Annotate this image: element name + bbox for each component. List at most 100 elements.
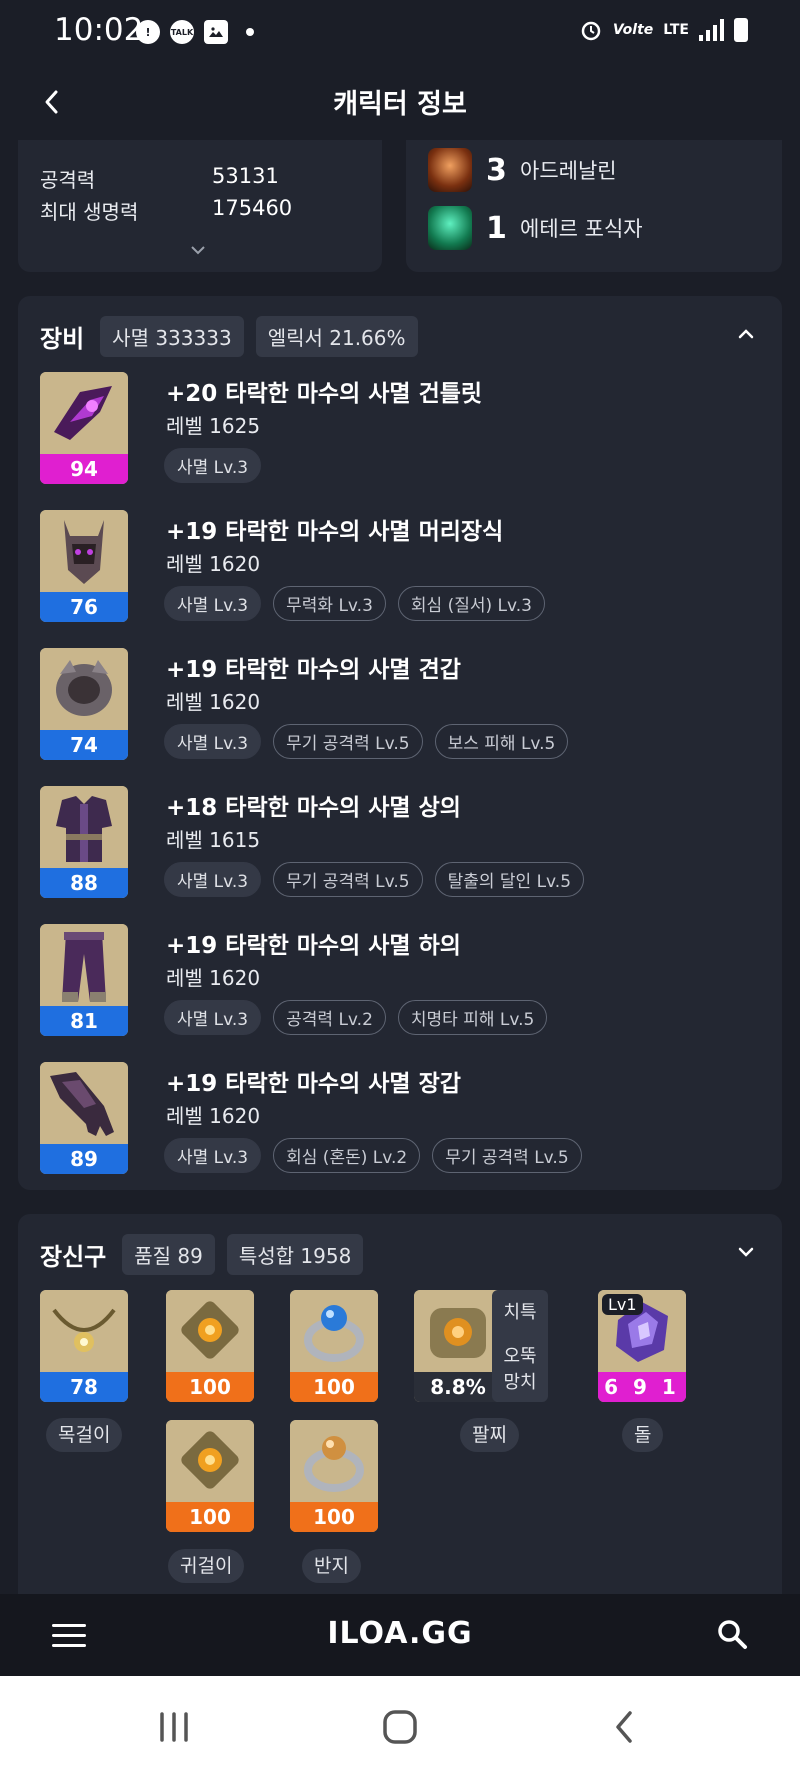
quality-badge: 100 <box>166 1502 254 1532</box>
search-button[interactable] <box>714 1616 750 1652</box>
item-name: +20 타락한 마수의 사멸 건틀릿 <box>166 381 483 407</box>
item-level: 레벨 1620 <box>166 966 261 990</box>
volte-icon: Volte <box>612 22 654 38</box>
equipment-item[interactable]: 81 +19 타락한 마수의 사멸 하의 레벨 1620 사멸 Lv.3 공격력… <box>40 924 760 1040</box>
more-notifications-dot-icon <box>246 28 254 36</box>
equipment-item[interactable]: 94 +20 타락한 마수의 사멸 건틀릿 레벨 1625 사멸 Lv.3 <box>40 372 760 488</box>
quality-badge: 88 <box>40 868 128 898</box>
stats-expand-button[interactable] <box>190 240 206 259</box>
item-level: 레벨 1625 <box>166 414 261 438</box>
item-level: 레벨 1615 <box>166 828 261 852</box>
quality-badge: 89 <box>40 1144 128 1174</box>
earring-item[interactable]: 100 <box>166 1420 254 1532</box>
shoulder-icon: 74 <box>40 648 128 760</box>
equipment-card: 장비 사멸 333333 엘릭서 21.66% 94 +20 타락한 마수의 사… <box>18 296 782 1190</box>
engraving-name: 에테르 포식자 <box>520 217 643 241</box>
quality-badge: 100 <box>166 1372 254 1402</box>
item-tag: 사멸 Lv.3 <box>164 724 262 759</box>
bracelet-value: 8.8% <box>414 1372 502 1402</box>
bracelet-stats: 치특 오뚝 망치 <box>492 1290 548 1402</box>
earring-icon <box>166 1420 254 1502</box>
equipment-item[interactable]: 89 +19 타락한 마수의 사멸 장갑 레벨 1620 사멸 Lv.3 회심 … <box>40 1062 760 1178</box>
accessories-expand-button[interactable] <box>732 1238 760 1266</box>
recent-apps-button[interactable] <box>150 1706 198 1748</box>
equipment-collapse-button[interactable] <box>732 320 760 348</box>
item-tag: 사멸 Lv.3 <box>164 1138 262 1173</box>
necklace-label: 목걸이 <box>46 1418 123 1452</box>
bracelet-item[interactable]: 8.8% <box>414 1290 502 1402</box>
bracelet-effect: 오뚝 <box>503 1346 537 1367</box>
engraving-row[interactable]: 3 아드레날린 <box>428 148 617 192</box>
talk-icon: TALK <box>170 20 194 44</box>
ring-item[interactable]: 100 <box>290 1290 378 1402</box>
item-tag: 회심 (혼돈) Lv.2 <box>273 1138 421 1173</box>
ring-item[interactable]: 100 <box>290 1420 378 1532</box>
bracelet-effect: 망치 <box>503 1372 537 1393</box>
system-nav-bar <box>0 1676 800 1778</box>
stats-card: 공격력 53131 최대 생명력 175460 <box>18 140 382 272</box>
item-tag: 사멸 Lv.3 <box>164 586 262 621</box>
pants-icon: 81 <box>40 924 128 1036</box>
chevron-down-icon <box>191 246 205 255</box>
ether-predator-icon <box>428 206 472 250</box>
item-name: +19 타락한 마수의 사멸 장갑 <box>166 1071 461 1097</box>
ring-label: 반지 <box>302 1549 361 1583</box>
item-tag: 무력화 Lv.3 <box>273 586 386 621</box>
alert-icon: ! <box>136 20 160 44</box>
earring-item[interactable]: 100 <box>166 1290 254 1402</box>
bracelet-icon <box>414 1290 502 1372</box>
bracelet-stat: 치특 <box>503 1302 537 1323</box>
quality-badge: 76 <box>40 592 128 622</box>
back-arrow-icon <box>616 1711 632 1743</box>
gauntlet-icon: 94 <box>40 372 128 484</box>
quality-badge-summary: 품질 89 <box>122 1234 215 1275</box>
necklace-item[interactable]: 78 <box>40 1290 128 1402</box>
stat-label-max-hp: 최대 생명력 <box>40 200 139 224</box>
search-icon <box>718 1620 747 1649</box>
item-level: 레벨 1620 <box>166 552 261 576</box>
stone-level: Lv1 <box>602 1294 643 1315</box>
earring-label: 귀걸이 <box>168 1549 245 1583</box>
item-name: +19 타락한 마수의 사멸 견갑 <box>166 657 461 683</box>
earring-icon <box>166 1290 254 1372</box>
item-tag: 사멸 Lv.3 <box>164 862 262 897</box>
home-button[interactable] <box>376 1706 424 1748</box>
stone-label: 돌 <box>622 1418 664 1452</box>
item-tag: 치명타 피해 Lv.5 <box>397 1000 548 1035</box>
nav-back-button[interactable] <box>600 1706 648 1748</box>
item-tag: 무기 공격력 Lv.5 <box>273 724 423 759</box>
equipment-item[interactable]: 88 +18 타락한 마수의 사멸 상의 레벨 1615 사멸 Lv.3 무기 … <box>40 786 760 902</box>
bracelet-label: 팔찌 <box>460 1418 519 1452</box>
accessories-card: 장신구 품질 89 특성합 1958 <box>18 1214 782 1594</box>
engraving-row[interactable]: 1 에테르 포식자 <box>428 206 643 250</box>
engraving-level: 1 <box>486 210 507 246</box>
item-name: +19 타락한 마수의 사멸 머리장식 <box>166 519 504 545</box>
item-tag: 무기 공격력 Lv.5 <box>273 862 423 897</box>
gallery-icon <box>204 20 228 44</box>
notification-icons: ! TALK <box>136 20 254 44</box>
app-logo[interactable]: ILOA.GG <box>0 1616 800 1651</box>
signal-icon <box>699 19 724 41</box>
equipment-item[interactable]: 76 +19 타락한 마수의 사멸 머리장식 레벨 1620 사멸 Lv.3 무… <box>40 510 760 626</box>
adrenaline-icon <box>428 148 472 192</box>
stat-sum-badge: 특성합 1958 <box>226 1234 364 1275</box>
quality-badge: 100 <box>290 1372 378 1402</box>
lte-icon: LTE <box>663 22 689 38</box>
quality-badge: 74 <box>40 730 128 760</box>
home-icon <box>383 1710 417 1744</box>
engraving-name: 아드레날린 <box>520 159 617 183</box>
item-tag: 사멸 Lv.3 <box>164 1000 262 1035</box>
stat-value-max-hp: 175460 <box>212 196 293 220</box>
chevron-up-icon <box>738 329 754 339</box>
equipment-item[interactable]: 74 +19 타락한 마수의 사멸 견갑 레벨 1620 사멸 Lv.3 무기 … <box>40 648 760 764</box>
item-tag: 사멸 Lv.3 <box>164 448 262 483</box>
status-bar: 10:02 ! TALK Volte LTE <box>0 0 800 64</box>
stat-label-attack: 공격력 <box>40 168 96 192</box>
quality-badge: 100 <box>290 1502 378 1532</box>
page-title: 캐릭터 정보 <box>333 89 467 120</box>
bottom-app-bar: ILOA.GG <box>0 1594 800 1676</box>
stone-item[interactable]: Lv1 6 9 1 <box>598 1290 686 1402</box>
item-level: 레벨 1620 <box>166 1104 261 1128</box>
equipment-header: 장비 사멸 333333 엘릭서 21.66% <box>40 316 418 357</box>
quality-badge: 94 <box>40 454 128 484</box>
